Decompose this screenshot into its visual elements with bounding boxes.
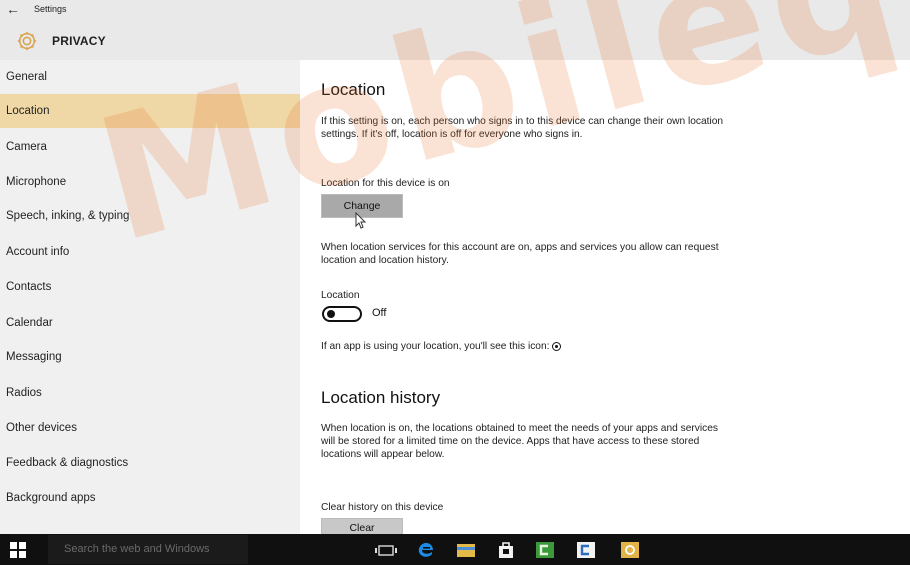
location-toggle-state: Off [372, 307, 387, 319]
gear-icon [17, 31, 37, 51]
clear-history-label: Clear history on this device [321, 502, 444, 513]
location-in-use-icon [552, 341, 562, 351]
store-icon[interactable] [494, 539, 518, 561]
taskbar: Search the web and Windows [0, 534, 910, 565]
sidebar-item-background-apps[interactable]: Background apps [0, 481, 300, 515]
taskbar-search-box[interactable]: Search the web and Windows [48, 535, 248, 564]
windows-start-icon[interactable] [10, 542, 26, 558]
sidebar-item-speech-inking-typing[interactable]: Speech, inking, & typing [0, 199, 300, 233]
toggle-knob [327, 310, 335, 318]
task-view-icon[interactable] [374, 539, 398, 561]
location-heading: Location [321, 80, 386, 99]
location-history-description: When location is on, the locations obtai… [321, 423, 718, 460]
file-explorer-icon[interactable] [454, 539, 478, 561]
device-location-status: Location for this device is on [321, 178, 450, 189]
taskbar-search-placeholder: Search the web and Windows [64, 543, 210, 555]
camtasia-icon[interactable] [533, 539, 557, 561]
sidebar-item-radios[interactable]: Radios [0, 376, 300, 410]
sidebar-item-messaging[interactable]: Messaging [0, 340, 300, 374]
location-toggle-label: Location [321, 290, 360, 301]
mouse-cursor-icon [355, 212, 367, 229]
location-services-description: When location services for this account … [321, 242, 719, 266]
window-title: Settings [34, 4, 67, 14]
sidebar-item-contacts[interactable]: Contacts [0, 270, 300, 304]
sidebar-item-general[interactable]: General [0, 60, 300, 94]
settings-icon[interactable] [618, 539, 642, 561]
sidebar-item-account-info[interactable]: Account info [0, 235, 300, 269]
sidebar: General Location Camera Microphone Speec… [0, 60, 300, 534]
sidebar-item-location[interactable]: Location [0, 94, 300, 128]
location-toggle[interactable] [322, 306, 362, 322]
location-icon-note-text: If an app is using your location, you'll… [321, 341, 550, 352]
sidebar-item-other-devices[interactable]: Other devices [0, 411, 300, 445]
sidebar-item-calendar[interactable]: Calendar [0, 306, 300, 340]
camtasia-recorder-icon[interactable] [574, 539, 598, 561]
edge-icon[interactable] [414, 539, 438, 561]
back-arrow-icon[interactable]: ← [6, 2, 24, 18]
sidebar-item-feedback-diagnostics[interactable]: Feedback & diagnostics [0, 446, 300, 480]
sidebar-item-microphone[interactable]: Microphone [0, 165, 300, 199]
location-icon-note: If an app is using your location, you'll… [321, 340, 741, 353]
location-description: If this setting is on, each person who s… [321, 116, 724, 140]
page-section-title: PRIVACY [52, 34, 106, 48]
main-content: Location If this setting is on, each per… [300, 60, 910, 536]
location-history-heading: Location history [321, 388, 441, 407]
sidebar-item-camera[interactable]: Camera [0, 130, 300, 164]
title-bar: ← Settings PRIVACY [0, 0, 910, 60]
